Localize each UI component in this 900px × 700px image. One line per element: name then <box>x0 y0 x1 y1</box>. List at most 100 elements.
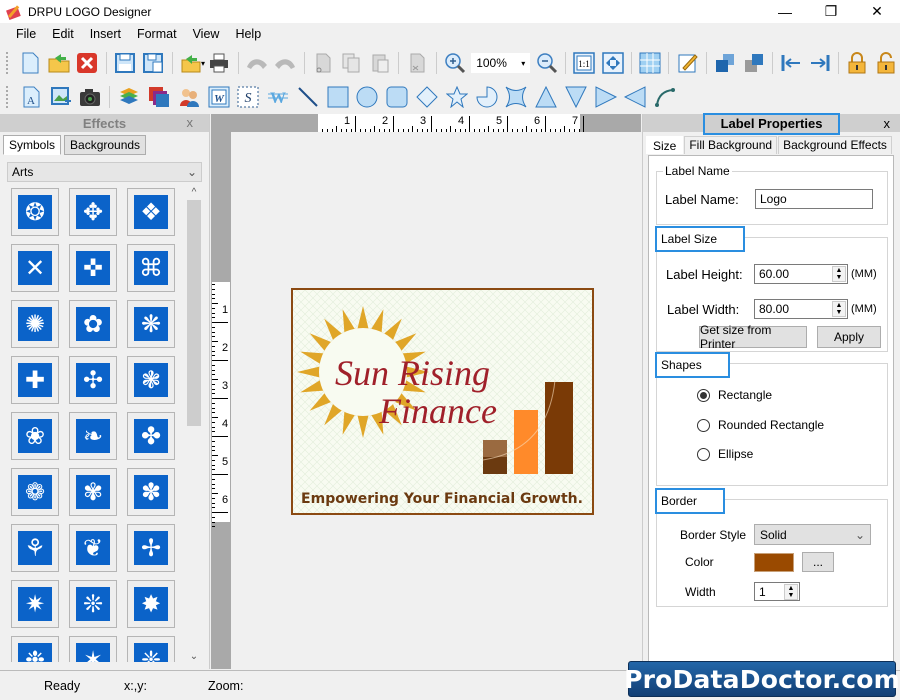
label-name-input[interactable]: Logo <box>755 189 873 209</box>
lock-icon[interactable] <box>845 50 870 76</box>
close-effects-panel-icon[interactable]: x <box>187 115 194 130</box>
symbol-item[interactable]: ❋ <box>127 300 175 348</box>
cut-icon[interactable] <box>311 50 336 76</box>
symbol-item[interactable]: ❂ <box>11 188 59 236</box>
symbol-item[interactable]: ✜ <box>69 244 117 292</box>
arc-tool-icon[interactable] <box>652 84 678 110</box>
word-art-icon[interactable]: W <box>206 84 232 110</box>
triangle-right-tool-icon[interactable] <box>593 84 619 110</box>
logo-label-canvas[interactable]: Sun Rising Finance Empowering Your Finan… <box>291 288 594 515</box>
insert-image-icon[interactable] <box>48 84 74 110</box>
menu-format[interactable]: Format <box>129 27 185 41</box>
tab-background-effects[interactable]: Background Effects <box>778 136 892 154</box>
border-width-input[interactable]: 1 ▲ ▼ <box>754 582 800 601</box>
menu-view[interactable]: View <box>185 27 228 41</box>
bring-to-front-icon[interactable] <box>713 50 738 76</box>
shape-option-ellipse[interactable]: Ellipse <box>697 447 753 461</box>
rounded-rectangle-radio[interactable] <box>697 418 710 432</box>
watermark-icon[interactable]: W <box>265 84 291 110</box>
shape-option-rounded-rectangle[interactable]: Rounded Rectangle <box>697 418 824 432</box>
close-button[interactable]: ✕ <box>854 0 900 23</box>
background-icon[interactable] <box>146 84 172 110</box>
symbol-item[interactable]: ❃ <box>127 356 175 404</box>
symbol-item[interactable]: ❖ <box>127 188 175 236</box>
label-height-input[interactable]: 60.00 ▲ ▼ <box>754 264 848 284</box>
insert-text-icon[interactable]: A <box>18 84 44 110</box>
rectangle-tool-icon[interactable] <box>325 84 351 110</box>
paste-icon[interactable] <box>368 50 393 76</box>
close-properties-panel-icon[interactable]: x <box>884 116 891 131</box>
rectangle-radio[interactable] <box>697 388 710 402</box>
get-size-from-printer-button[interactable]: Get size from Printer <box>699 323 807 351</box>
redo-icon[interactable] <box>273 50 298 76</box>
import-dropdown-icon[interactable]: ▾ <box>201 59 205 68</box>
print-icon[interactable] <box>207 50 232 76</box>
concave-star-tool-icon[interactable] <box>503 84 529 110</box>
actual-size-icon[interactable]: 1:1 <box>572 50 597 76</box>
symbol-item[interactable]: ✾ <box>69 468 117 516</box>
symbol-item[interactable]: ❦ <box>69 524 117 572</box>
zoom-out-icon[interactable] <box>534 50 559 76</box>
symbol-item[interactable]: ❀ <box>11 412 59 460</box>
menu-help[interactable]: Help <box>227 27 269 41</box>
align-right-icon[interactable] <box>807 50 832 76</box>
copy-icon[interactable] <box>339 50 364 76</box>
toolbar-grip[interactable] <box>6 52 10 74</box>
symbol-category-dropdown[interactable]: Arts ⌄ <box>7 162 202 182</box>
triangle-down-tool-icon[interactable] <box>563 84 589 110</box>
pie-tool-icon[interactable] <box>474 84 500 110</box>
diamond-tool-icon[interactable] <box>414 84 440 110</box>
menu-edit[interactable]: Edit <box>44 27 82 41</box>
fit-to-window-icon[interactable] <box>600 50 625 76</box>
save-icon[interactable] <box>112 50 137 76</box>
signature-icon[interactable]: S <box>235 84 261 110</box>
zoom-in-icon[interactable] <box>443 50 468 76</box>
border-width-spinner[interactable]: ▲ ▼ <box>784 584 798 600</box>
undo-icon[interactable] <box>245 50 270 76</box>
ellipse-tool-icon[interactable] <box>355 84 381 110</box>
grid-icon[interactable] <box>638 50 663 76</box>
user-group-icon[interactable] <box>176 84 202 110</box>
label-width-input[interactable]: 80.00 ▲ ▼ <box>754 299 848 319</box>
border-style-dropdown[interactable]: Solid ⌄ <box>754 524 871 545</box>
symbol-item[interactable]: ✚ <box>11 356 59 404</box>
new-icon[interactable] <box>18 50 43 76</box>
close-file-icon[interactable] <box>75 50 100 76</box>
tab-size[interactable]: Size <box>646 136 684 154</box>
scroll-down-icon[interactable]: ⌄ <box>186 650 202 664</box>
tab-fill-background[interactable]: Fill Background <box>684 136 778 154</box>
triangle-left-tool-icon[interactable] <box>623 84 649 110</box>
camera-icon[interactable] <box>78 84 104 110</box>
symbol-scrollbar[interactable]: ^ ⌄ <box>186 186 202 664</box>
symbol-item[interactable]: ✽ <box>127 468 175 516</box>
align-left-icon[interactable] <box>779 50 804 76</box>
symbol-item[interactable]: ❉ <box>11 636 59 662</box>
toolbar-grip[interactable] <box>6 86 10 108</box>
symbol-item[interactable]: ⌘ <box>127 244 175 292</box>
ellipse-radio[interactable] <box>697 447 710 461</box>
border-color-swatch[interactable] <box>754 552 794 572</box>
symbol-item[interactable]: ❈ <box>127 636 175 662</box>
symbol-item[interactable]: ❊ <box>69 580 117 628</box>
label-height-spinner[interactable]: ▲ ▼ <box>832 266 846 282</box>
layers-icon[interactable] <box>116 84 142 110</box>
tab-symbols[interactable]: Symbols <box>3 135 62 155</box>
minimize-button[interactable]: — <box>762 0 808 23</box>
delete-icon[interactable] <box>405 50 430 76</box>
symbol-item[interactable]: ✸ <box>127 580 175 628</box>
symbol-item[interactable]: ⚘ <box>11 524 59 572</box>
apply-button[interactable]: Apply <box>817 326 881 348</box>
symbol-item[interactable]: ✺ <box>11 300 59 348</box>
unlock-icon[interactable] <box>873 50 898 76</box>
symbol-item[interactable]: ✿ <box>69 300 117 348</box>
shape-option-rectangle[interactable]: Rectangle <box>697 388 772 402</box>
symbol-item[interactable]: ✶ <box>69 636 117 662</box>
open-folder-icon[interactable] <box>46 50 71 76</box>
line-tool-icon[interactable] <box>295 84 321 110</box>
menu-file[interactable]: File <box>8 27 44 41</box>
symbol-item[interactable]: ✢ <box>127 524 175 572</box>
zoom-level-dropdown[interactable]: 100% ▾ <box>471 53 531 73</box>
rounded-rectangle-tool-icon[interactable] <box>384 84 410 110</box>
choose-color-button[interactable]: ... <box>802 552 834 572</box>
tab-backgrounds[interactable]: Backgrounds <box>64 135 147 155</box>
